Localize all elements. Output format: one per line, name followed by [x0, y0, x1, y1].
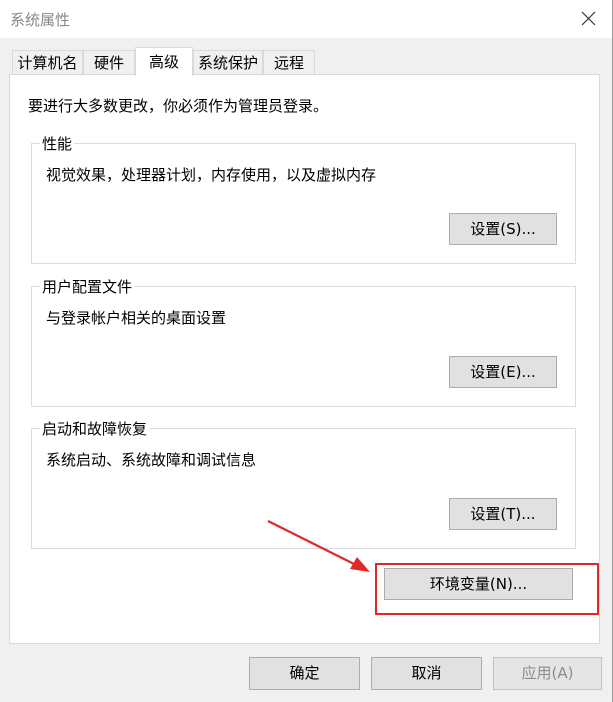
user-profiles-description: 与登录帐户相关的桌面设置 — [46, 309, 227, 327]
cancel-button[interactable]: 取消 — [371, 657, 482, 690]
admin-note: 要进行大多数更改，你必须作为管理员登录。 — [28, 97, 329, 115]
startup-recovery-group: 启动和故障恢复 系统启动、系统故障和调试信息 — [31, 418, 576, 549]
startup-recovery-title: 启动和故障恢复 — [40, 418, 150, 439]
system-properties-window: 系统属性 计算机名 硬件 高级 系统保护 远程 要进行大多数更改，你必须作为管理… — [0, 0, 613, 702]
close-button[interactable] — [566, 0, 612, 38]
user-profiles-group: 用户配置文件 与登录帐户相关的桌面设置 — [31, 276, 576, 407]
tab-remote[interactable]: 远程 — [263, 50, 315, 74]
close-icon — [581, 11, 596, 26]
tab-hardware[interactable]: 硬件 — [83, 50, 135, 74]
performance-title: 性能 — [40, 133, 75, 154]
performance-settings-button[interactable]: 设置(S)... — [449, 213, 557, 245]
tab-system-protection[interactable]: 系统保护 — [193, 50, 263, 74]
apply-button[interactable]: 应用(A) — [493, 657, 602, 690]
title-bar: 系统属性 — [0, 0, 612, 38]
user-profiles-settings-button[interactable]: 设置(E)... — [449, 356, 557, 388]
window-title: 系统属性 — [10, 11, 71, 29]
user-profiles-title: 用户配置文件 — [40, 276, 135, 297]
startup-recovery-description: 系统启动、系统故障和调试信息 — [46, 451, 257, 469]
highlight-box — [375, 563, 599, 615]
performance-description: 视觉效果，处理器计划，内存使用，以及虚拟内存 — [46, 166, 377, 184]
tab-computer-name[interactable]: 计算机名 — [12, 50, 83, 74]
performance-group: 性能 视觉效果，处理器计划，内存使用，以及虚拟内存 — [31, 133, 576, 264]
startup-recovery-settings-button[interactable]: 设置(T)... — [449, 498, 557, 530]
ok-button[interactable]: 确定 — [249, 657, 360, 690]
tab-advanced[interactable]: 高级 — [135, 47, 193, 76]
